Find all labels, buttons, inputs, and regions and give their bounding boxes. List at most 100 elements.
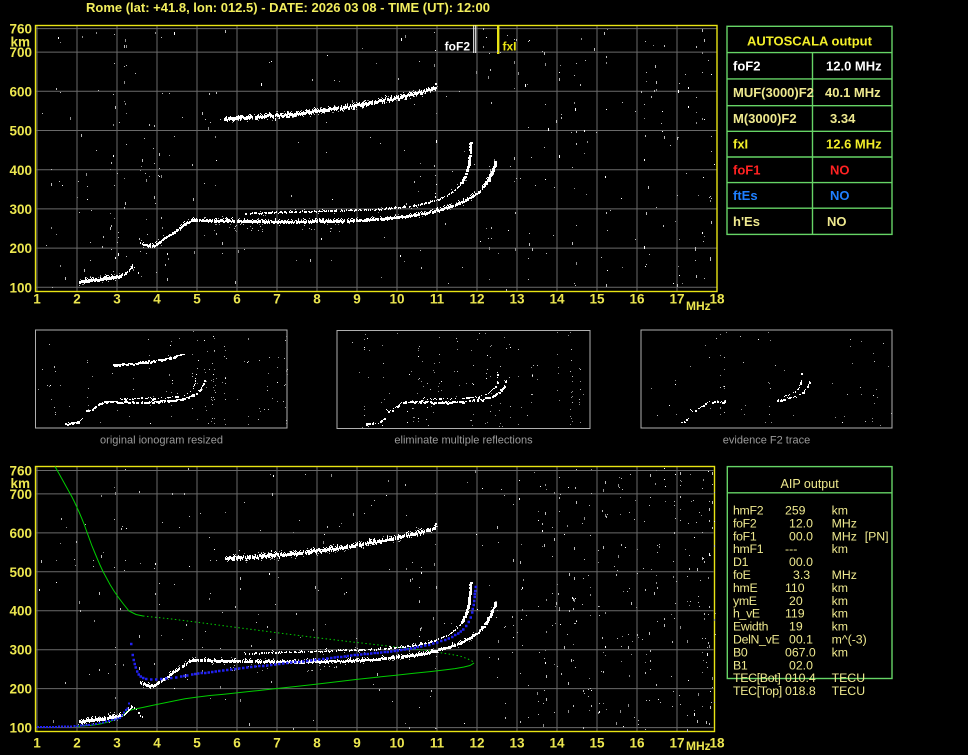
svg-text:NO: NO bbox=[827, 214, 847, 229]
svg-text:3: 3 bbox=[113, 292, 121, 307]
svg-text:067.0: 067.0 bbox=[785, 645, 816, 659]
svg-text:17: 17 bbox=[669, 735, 684, 750]
svg-text:110: 110 bbox=[785, 581, 805, 595]
svg-text:02.0: 02.0 bbox=[789, 658, 813, 672]
svg-text:20: 20 bbox=[789, 594, 803, 608]
svg-text:00.1: 00.1 bbox=[789, 633, 813, 647]
svg-text:fxI: fxI bbox=[733, 137, 748, 152]
svg-text:8: 8 bbox=[313, 735, 321, 750]
svg-text:original ionogram resized: original ionogram resized bbox=[100, 435, 223, 447]
svg-text:ymE: ymE bbox=[733, 594, 757, 608]
svg-text:259: 259 bbox=[785, 504, 806, 518]
svg-text:hmF2: hmF2 bbox=[733, 504, 764, 518]
svg-text:TECU: TECU bbox=[832, 671, 865, 685]
svg-text:---: --- bbox=[785, 542, 797, 556]
svg-text:7: 7 bbox=[273, 292, 281, 307]
svg-text:10: 10 bbox=[389, 735, 404, 750]
svg-text:018.8: 018.8 bbox=[785, 684, 816, 698]
svg-text:16: 16 bbox=[629, 735, 645, 750]
svg-text:500: 500 bbox=[9, 565, 32, 580]
svg-text:AIP output: AIP output bbox=[781, 477, 840, 491]
svg-text:5: 5 bbox=[193, 292, 201, 307]
svg-text:foE: foE bbox=[733, 568, 751, 582]
svg-text:MUF(3000)F2: MUF(3000)F2 bbox=[733, 85, 814, 100]
svg-text:2: 2 bbox=[73, 735, 81, 750]
svg-text:7: 7 bbox=[273, 735, 281, 750]
svg-text:TEC[Bot]: TEC[Bot] bbox=[733, 671, 780, 685]
svg-text:[PN]: [PN] bbox=[865, 529, 889, 543]
svg-text:13: 13 bbox=[509, 735, 525, 750]
svg-text:18: 18 bbox=[709, 735, 725, 750]
svg-text:km: km bbox=[832, 594, 848, 608]
svg-text:NO: NO bbox=[830, 188, 850, 203]
svg-text:Rome (lat: +41.8, lon: 012.5): Rome (lat: +41.8, lon: 012.5) - DATE: 20… bbox=[86, 0, 490, 15]
svg-text:3: 3 bbox=[113, 735, 121, 750]
svg-text:hmF1: hmF1 bbox=[733, 542, 764, 556]
svg-text:400: 400 bbox=[9, 163, 32, 178]
svg-text:NO: NO bbox=[830, 162, 850, 177]
svg-text:m^(-3): m^(-3) bbox=[832, 633, 867, 647]
svg-text:foF2: foF2 bbox=[445, 40, 471, 54]
svg-text:AUTOSCALA output: AUTOSCALA output bbox=[747, 34, 873, 49]
svg-text:11: 11 bbox=[430, 735, 445, 750]
svg-text:TECU: TECU bbox=[832, 684, 865, 698]
svg-text:200: 200 bbox=[9, 241, 32, 256]
svg-text:1: 1 bbox=[33, 735, 41, 750]
svg-text:MHz: MHz bbox=[832, 568, 857, 582]
svg-text:foF2: foF2 bbox=[733, 516, 757, 530]
svg-text:300: 300 bbox=[9, 202, 32, 217]
svg-text:400: 400 bbox=[9, 604, 32, 619]
svg-text:km: km bbox=[832, 607, 848, 621]
svg-text:MHz: MHz bbox=[832, 516, 857, 530]
svg-text:15: 15 bbox=[589, 292, 605, 307]
svg-text:h'Es: h'Es bbox=[733, 214, 760, 229]
svg-text:fxI: fxI bbox=[503, 40, 517, 54]
svg-text:foF1: foF1 bbox=[733, 529, 757, 543]
svg-text:2: 2 bbox=[73, 292, 81, 307]
svg-text:h_vE: h_vE bbox=[733, 607, 760, 621]
svg-text:5: 5 bbox=[193, 735, 201, 750]
svg-text:D1: D1 bbox=[733, 555, 749, 569]
svg-text:B1: B1 bbox=[733, 658, 748, 672]
svg-text:12: 12 bbox=[469, 735, 484, 750]
svg-text:13: 13 bbox=[509, 292, 525, 307]
svg-text:ftEs: ftEs bbox=[733, 188, 758, 203]
svg-text:km: km bbox=[832, 504, 848, 518]
svg-text:00.0: 00.0 bbox=[789, 555, 813, 569]
svg-text:18: 18 bbox=[709, 292, 725, 307]
svg-text:4: 4 bbox=[153, 735, 161, 750]
svg-text:foF1: foF1 bbox=[733, 162, 760, 177]
svg-text:10: 10 bbox=[389, 292, 404, 307]
svg-text:km: km bbox=[832, 645, 848, 659]
svg-text:MHz: MHz bbox=[686, 299, 711, 313]
svg-text:km: km bbox=[832, 542, 848, 556]
svg-text:12: 12 bbox=[469, 292, 484, 307]
svg-text:010.4: 010.4 bbox=[785, 671, 816, 685]
svg-text:B0: B0 bbox=[733, 645, 748, 659]
svg-text:km: km bbox=[10, 476, 30, 491]
svg-text:hmE: hmE bbox=[733, 581, 757, 595]
svg-text:M(3000)F2: M(3000)F2 bbox=[733, 111, 797, 126]
svg-text:100: 100 bbox=[9, 280, 32, 295]
svg-text:600: 600 bbox=[9, 84, 32, 99]
svg-text:11: 11 bbox=[430, 292, 445, 307]
svg-text:19: 19 bbox=[789, 620, 803, 634]
svg-text:MHz: MHz bbox=[832, 529, 857, 543]
svg-text:14: 14 bbox=[549, 735, 565, 750]
svg-text:17: 17 bbox=[669, 292, 684, 307]
svg-text:9: 9 bbox=[353, 292, 361, 307]
svg-text:8: 8 bbox=[313, 292, 321, 307]
svg-text:100: 100 bbox=[9, 721, 32, 736]
svg-text:6: 6 bbox=[233, 735, 241, 750]
svg-text:km: km bbox=[832, 620, 848, 634]
svg-text:4: 4 bbox=[153, 292, 161, 307]
svg-text:Ewidth: Ewidth bbox=[733, 620, 769, 634]
svg-text:600: 600 bbox=[9, 526, 32, 541]
svg-text:15: 15 bbox=[589, 735, 605, 750]
svg-text:40.1 MHz: 40.1 MHz bbox=[825, 85, 881, 100]
svg-text:12.6 MHz: 12.6 MHz bbox=[826, 137, 882, 152]
svg-text:500: 500 bbox=[9, 124, 32, 139]
svg-text:foF2: foF2 bbox=[733, 58, 760, 73]
svg-text:evidence F2 trace: evidence F2 trace bbox=[723, 435, 810, 447]
svg-text:1: 1 bbox=[33, 292, 41, 307]
